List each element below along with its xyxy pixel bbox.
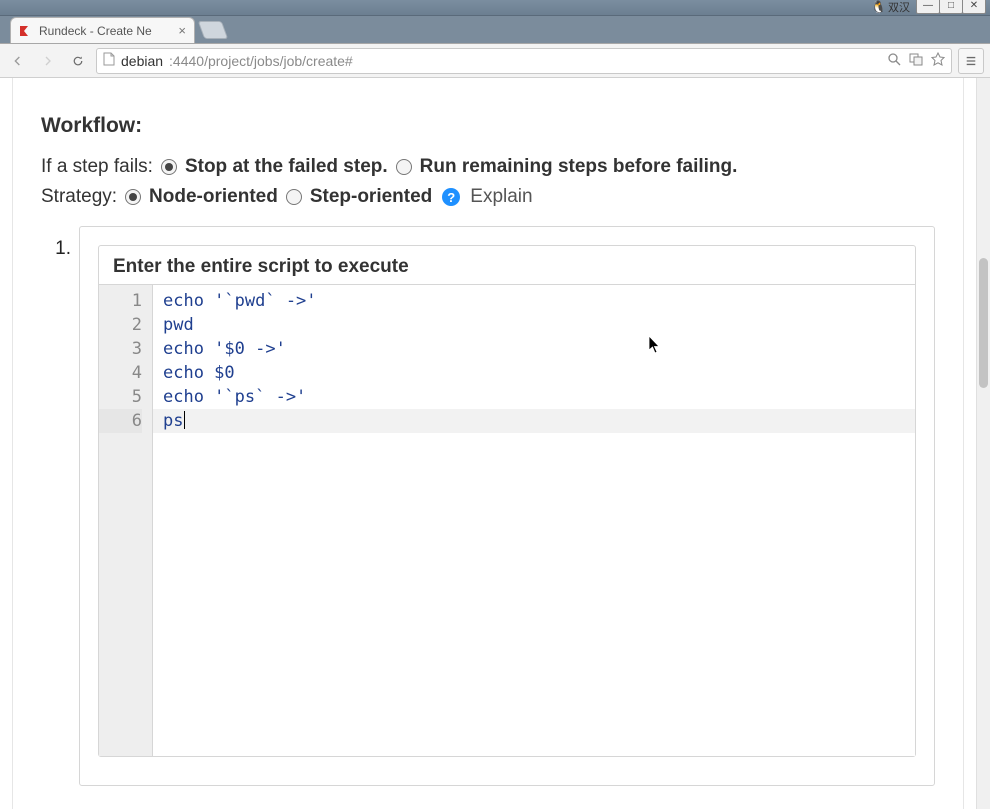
page-scrollbar[interactable] xyxy=(976,78,990,809)
new-tab-button[interactable] xyxy=(198,21,229,39)
browser-menu-button[interactable] xyxy=(958,48,984,74)
omnibox[interactable]: debian :4440/project/jobs/job/create# xyxy=(96,48,952,74)
strategy-label: Strategy: xyxy=(41,186,117,208)
strategy-node-radio[interactable] xyxy=(125,189,141,205)
nav-reload-button[interactable] xyxy=(66,49,90,73)
window-close-button[interactable]: ✕ xyxy=(962,0,986,14)
fail-continue-label: Run remaining steps before failing. xyxy=(420,156,738,178)
job-form-panel: Workflow: If a step fails: Stop at the f… xyxy=(12,78,964,809)
editor-gutter: 123456 xyxy=(99,285,153,756)
penguin-icon: 🐧 xyxy=(871,0,886,14)
browser-viewport: Workflow: If a step fails: Stop at the f… xyxy=(0,78,990,809)
editor-code[interactable]: echo '`pwd` ->'pwdecho '$0 ->'echo $0ech… xyxy=(153,285,915,756)
strategy-step-label: Step-oriented xyxy=(310,186,432,208)
strategy-node-label: Node-oriented xyxy=(149,186,278,208)
gutter-line-number: 4 xyxy=(99,361,142,385)
rundeck-favicon-icon xyxy=(19,24,33,38)
window-minimize-button[interactable]: — xyxy=(916,0,940,14)
code-line[interactable]: ps xyxy=(153,409,915,433)
gutter-line-number: 3 xyxy=(99,337,142,361)
ime-indicator: 双汉 xyxy=(888,0,910,15)
gutter-line-number: 1 xyxy=(99,289,142,313)
scrollbar-thumb[interactable] xyxy=(979,258,988,388)
text-caret xyxy=(184,411,185,429)
tab-close-icon[interactable]: × xyxy=(178,24,186,37)
script-step-card: Enter the entire script to execute 12345… xyxy=(98,245,916,757)
step-list: 1. Enter the entire script to execute 12… xyxy=(41,226,935,786)
fail-stop-radio[interactable] xyxy=(161,159,177,175)
code-line[interactable]: echo '$0 ->' xyxy=(163,337,915,361)
script-step-heading: Enter the entire script to execute xyxy=(99,246,915,284)
code-line[interactable]: pwd xyxy=(163,313,915,337)
nav-forward-button[interactable] xyxy=(36,49,60,73)
code-line[interactable]: echo '`pwd` ->' xyxy=(163,289,915,313)
page-body: Workflow: If a step fails: Stop at the f… xyxy=(0,78,976,809)
hamburger-icon xyxy=(965,54,977,68)
app-window: 🐧 双汉 — □ ✕ Rundeck - Create Ne × xyxy=(0,0,990,809)
browser-toolbar: debian :4440/project/jobs/job/create# xyxy=(0,44,990,78)
star-icon[interactable] xyxy=(931,52,945,69)
translate-icon[interactable] xyxy=(909,52,923,69)
window-maximize-button[interactable]: □ xyxy=(939,0,963,14)
script-editor[interactable]: 123456 echo '`pwd` ->'pwdecho '$0 ->'ech… xyxy=(99,284,915,756)
strategy-step-radio[interactable] xyxy=(286,189,302,205)
os-titlebar: 🐧 双汉 — □ ✕ xyxy=(0,0,990,16)
step-card: Enter the entire script to execute 12345… xyxy=(79,226,935,786)
tab-title: Rundeck - Create Ne xyxy=(39,24,172,38)
arrow-left-icon xyxy=(12,52,24,70)
code-line[interactable]: echo '`ps` ->' xyxy=(163,385,915,409)
zoom-icon[interactable] xyxy=(887,52,901,69)
nav-back-button[interactable] xyxy=(6,49,30,73)
omnibox-right-icons xyxy=(887,52,945,69)
fail-behavior-row: If a step fails: Stop at the failed step… xyxy=(41,156,935,178)
arrow-right-icon xyxy=(42,52,54,70)
gutter-line-number: 5 xyxy=(99,385,142,409)
gutter-line-number: 2 xyxy=(99,313,142,337)
strategy-row: Strategy: Node-oriented Step-oriented ? … xyxy=(41,186,935,208)
window-controls: — □ ✕ xyxy=(917,0,986,14)
help-icon[interactable]: ? xyxy=(442,188,460,206)
fail-stop-label: Stop at the failed step. xyxy=(185,156,388,178)
code-line[interactable]: echo $0 xyxy=(163,361,915,385)
gutter-line-number: 6 xyxy=(99,409,142,433)
fail-continue-radio[interactable] xyxy=(396,159,412,175)
url-host: debian xyxy=(121,53,163,69)
url-rest: :4440/project/jobs/job/create# xyxy=(169,53,353,69)
workflow-heading: Workflow: xyxy=(41,114,935,138)
browser-tabstrip: Rundeck - Create Ne × xyxy=(0,16,990,44)
page-icon xyxy=(103,52,115,69)
fail-label: If a step fails: xyxy=(41,156,153,178)
step-number: 1. xyxy=(41,226,71,260)
reload-icon xyxy=(72,53,84,69)
os-tray: 🐧 双汉 xyxy=(871,0,910,15)
explain-link[interactable]: Explain xyxy=(470,186,532,208)
browser-tab[interactable]: Rundeck - Create Ne × xyxy=(10,17,195,43)
